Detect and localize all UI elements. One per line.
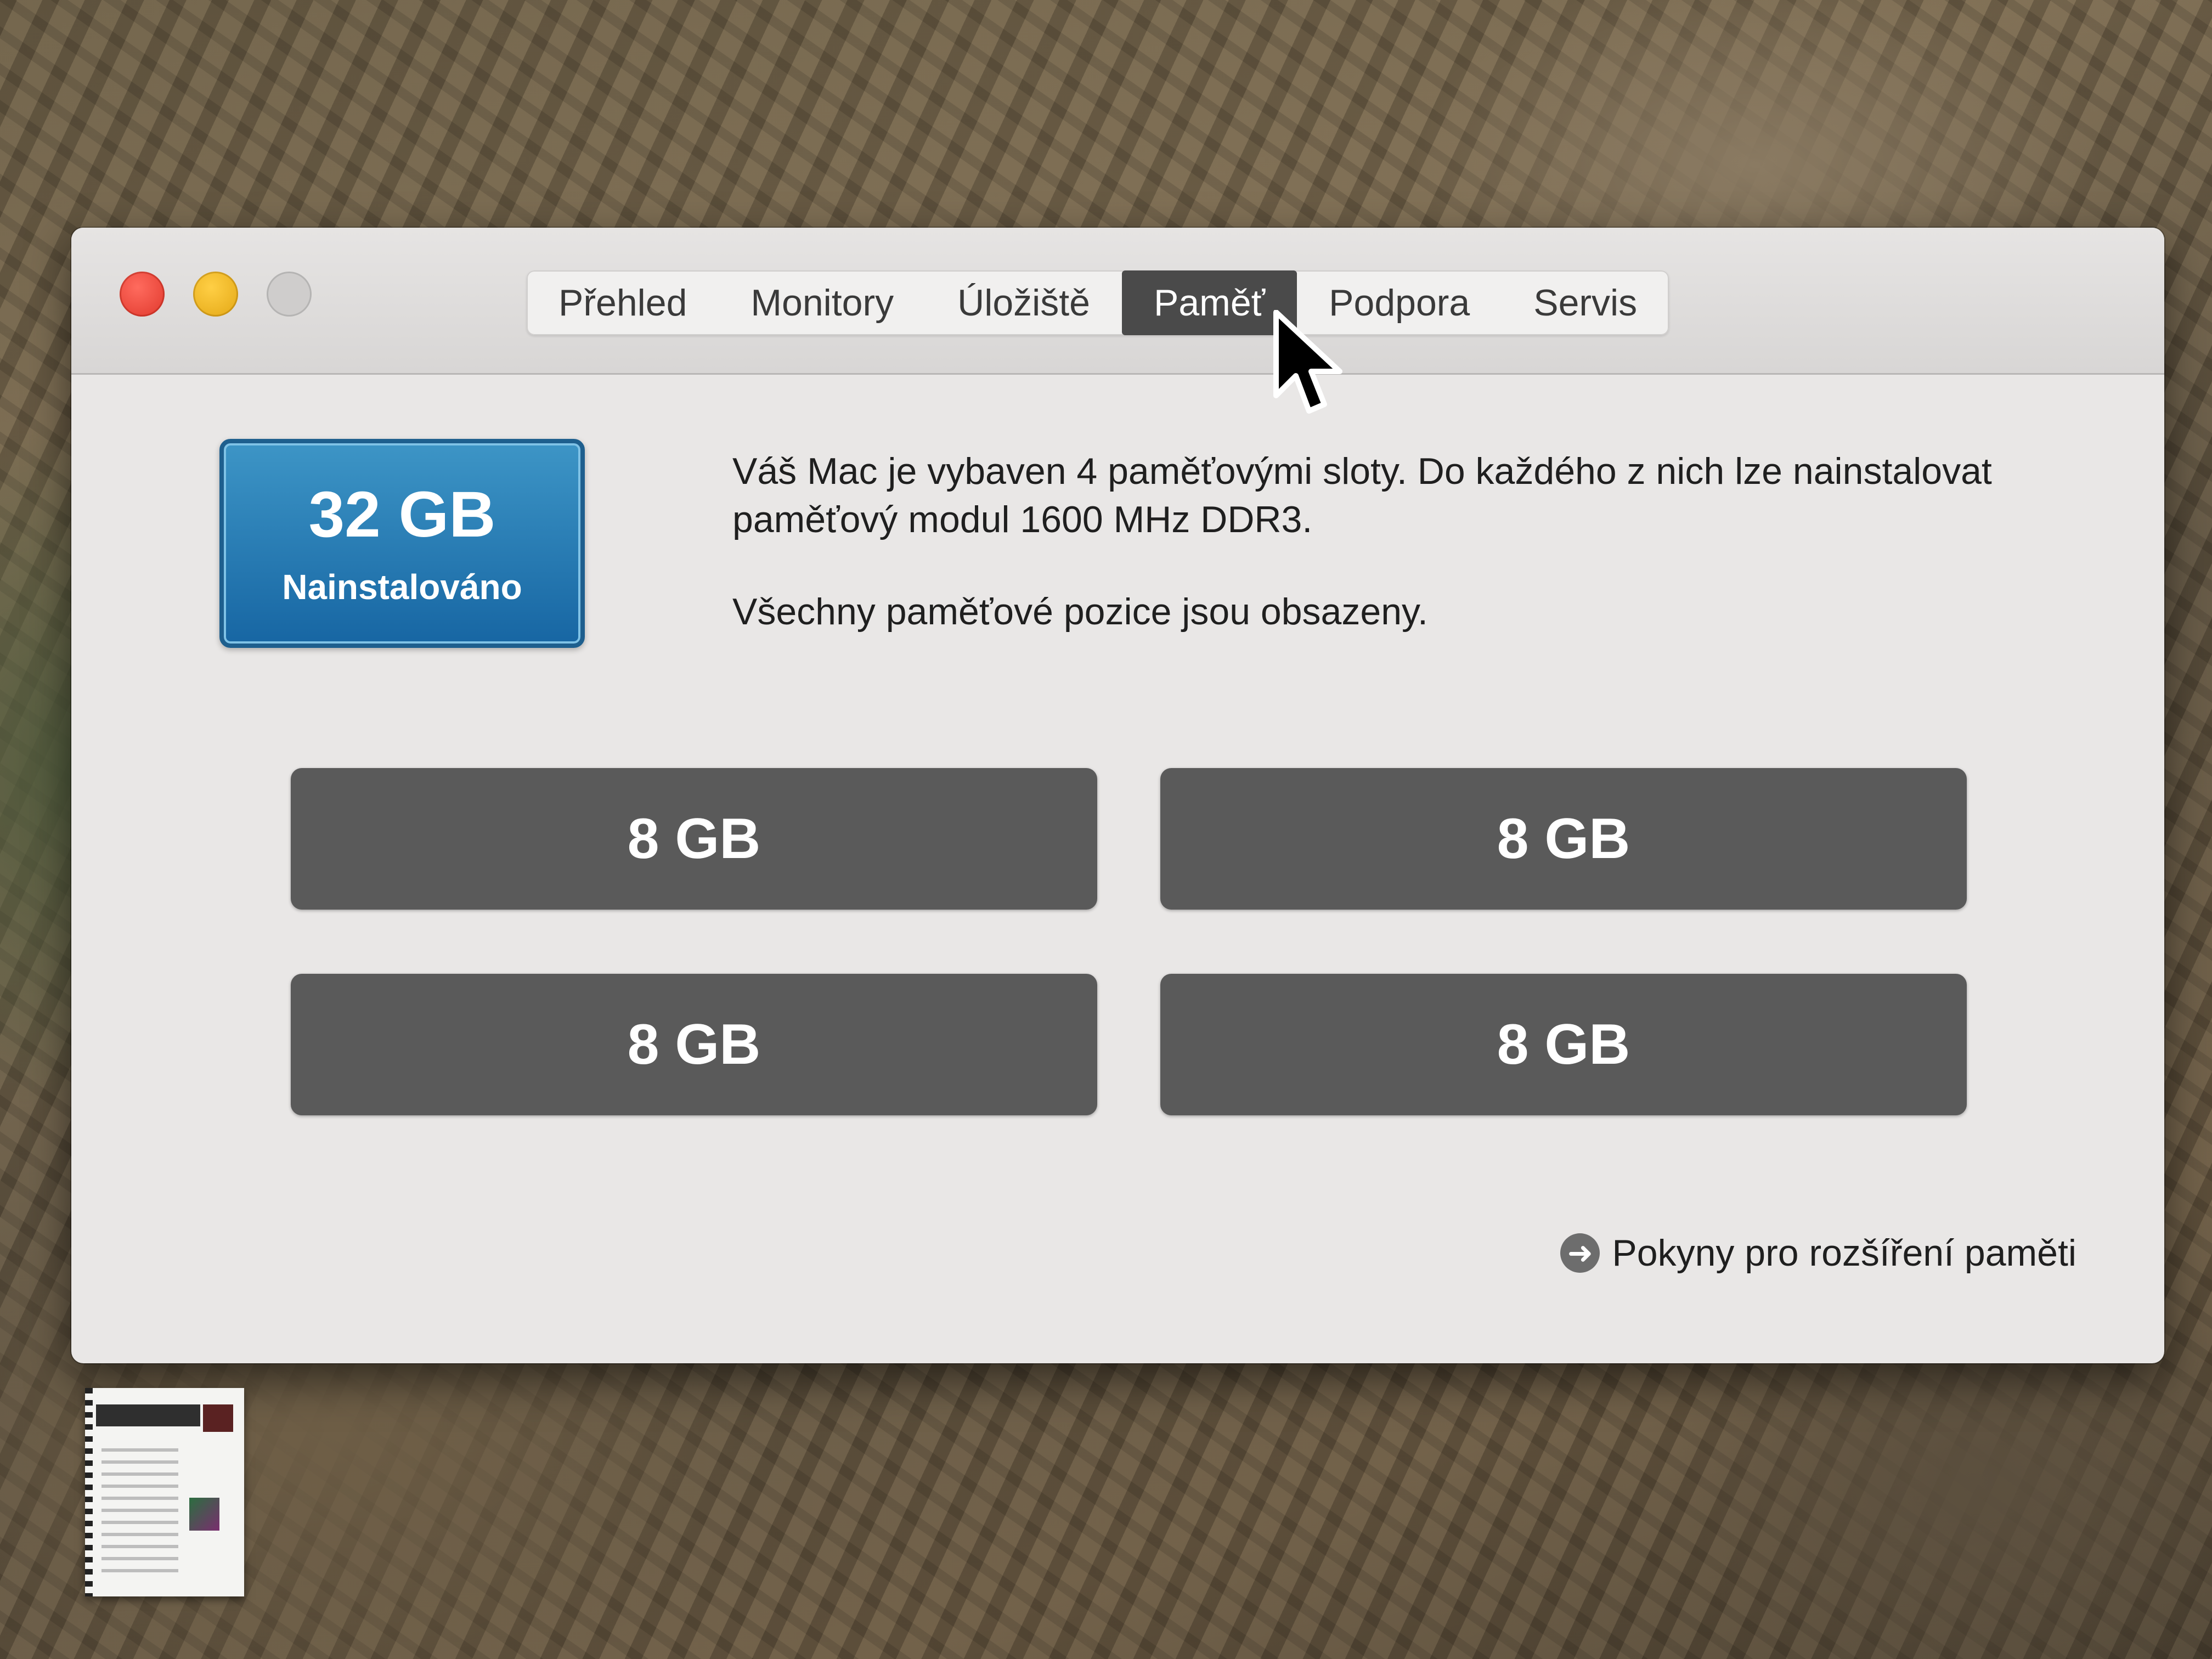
desktop: { "window": { "tabs": [ {"label": "Přehl… xyxy=(0,0,2212,1659)
memory-description: Váš Mac je vybaven 4 paměťovými sloty. D… xyxy=(732,447,1994,636)
tab-bar: Přehled Monitory Úložiště Paměť Podpora … xyxy=(527,270,1669,335)
tab-service[interactable]: Servis xyxy=(1502,270,1669,335)
memory-slot-4: 8 GB xyxy=(1160,974,1967,1115)
memory-slot-3: 8 GB xyxy=(291,974,1097,1115)
desktop-document-icon[interactable] xyxy=(85,1388,244,1596)
memory-slot-1: 8 GB xyxy=(291,768,1097,910)
close-button[interactable] xyxy=(120,272,165,317)
arrow-right-circle-icon: ➜ xyxy=(1560,1233,1600,1273)
memory-total-label: Nainstalováno xyxy=(282,567,522,607)
document-spine xyxy=(85,1388,93,1596)
memory-total-size: 32 GB xyxy=(308,478,496,551)
about-this-mac-window: Přehled Monitory Úložiště Paměť Podpora … xyxy=(71,228,2164,1363)
tab-storage[interactable]: Úložiště xyxy=(926,270,1122,335)
document-header-bar xyxy=(96,1404,200,1426)
document-image-mark xyxy=(189,1498,219,1531)
memory-upgrade-link-label: Pokyny pro rozšíření paměti xyxy=(1612,1232,2076,1274)
minimize-button[interactable] xyxy=(193,272,238,317)
tab-memory[interactable]: Paměť xyxy=(1122,270,1297,335)
memory-slot-2: 8 GB xyxy=(1160,768,1967,910)
document-text-lines xyxy=(101,1448,178,1575)
window-titlebar: Přehled Monitory Úložiště Paměť Podpora … xyxy=(71,228,2164,375)
memory-total-badge: 32 GB Nainstalováno xyxy=(219,439,585,648)
slots-status-text: Všechny paměťové pozice jsou obsazeny. xyxy=(732,591,1428,633)
zoom-button[interactable] xyxy=(267,272,312,317)
memory-upgrade-link[interactable]: ➜ Pokyny pro rozšíření paměti xyxy=(1560,1232,2076,1274)
slots-info-text: Váš Mac je vybaven 4 paměťovými sloty. D… xyxy=(732,450,1992,540)
pointer-cursor-icon xyxy=(1273,310,1342,414)
document-thumbnail-mark xyxy=(203,1404,233,1432)
tab-displays[interactable]: Monitory xyxy=(719,270,926,335)
tab-overview[interactable]: Přehled xyxy=(527,270,719,335)
